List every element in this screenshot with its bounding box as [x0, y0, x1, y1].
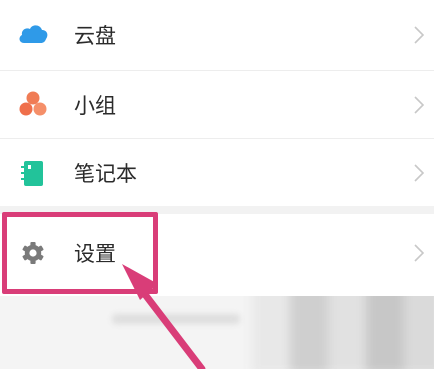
- menu-item-notebook[interactable]: 笔记本: [0, 139, 434, 206]
- chevron-right-icon: [414, 244, 425, 262]
- chevron-right-icon: [414, 26, 425, 44]
- group-icon: [19, 91, 47, 115]
- section-gap: [0, 206, 434, 214]
- blurred-text: [112, 314, 240, 324]
- menu-item-label: 笔记本: [74, 161, 137, 186]
- cloud-icon: [19, 25, 48, 43]
- menu-item-settings[interactable]: 设置: [0, 214, 434, 292]
- menu-item-label: 小组: [74, 93, 116, 118]
- menu-item-group[interactable]: 小组: [0, 71, 434, 138]
- chevron-right-icon: [414, 163, 425, 182]
- blurred-content-area: [0, 296, 434, 369]
- pixelated-region: [252, 296, 434, 369]
- menu-item-label: 设置: [74, 242, 116, 266]
- menu-item-label: 云盘: [74, 24, 116, 48]
- chevron-right-icon: [414, 95, 425, 114]
- gear-icon: [22, 242, 44, 264]
- menu-item-cloud-drive[interactable]: 云盘: [0, 0, 434, 70]
- notebook-icon: [21, 160, 43, 186]
